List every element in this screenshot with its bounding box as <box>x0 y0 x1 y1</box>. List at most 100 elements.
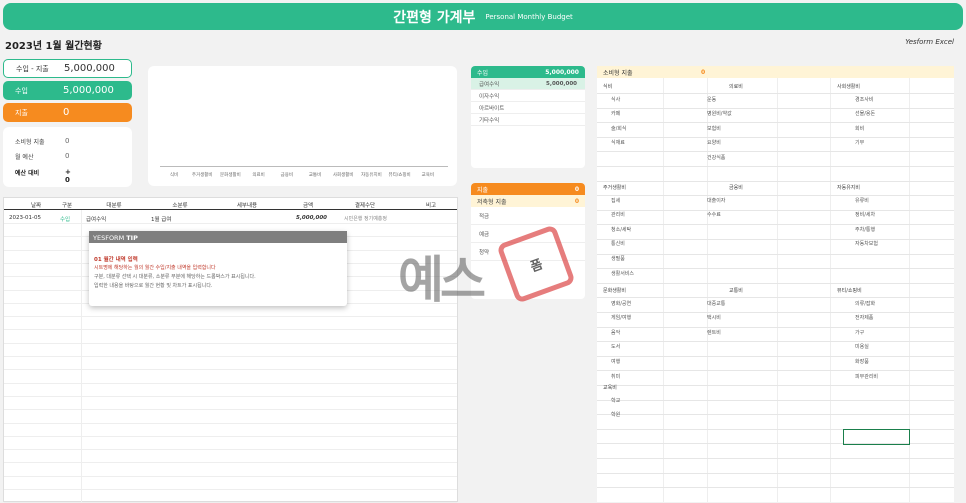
table-row[interactable]: 2023-01-05 수입 급여수익 1월 급여 5,000,000 시민은행 … <box>4 211 457 224</box>
category-item[interactable]: 선물/용돈 <box>855 110 875 117</box>
category-item[interactable]: 보험비 <box>707 125 721 132</box>
category-item[interactable]: 의류/잡화 <box>855 300 875 307</box>
panel-label: 소비형 지출 <box>603 69 633 77</box>
category-item[interactable]: 기부 <box>855 139 864 146</box>
category-item[interactable]: 주차/통행 <box>855 226 875 233</box>
category-item[interactable]: 식사 <box>611 96 620 103</box>
category-item[interactable]: 병원비/약값 <box>707 110 732 117</box>
table-row[interactable] <box>4 317 457 331</box>
category-item[interactable]: 정비/세차 <box>855 211 875 218</box>
category-item[interactable]: 생활서비스 <box>611 270 634 277</box>
section-title: 뷰티/쇼핑비 <box>837 288 862 294</box>
expense-row[interactable]: 적금 <box>471 207 585 225</box>
category-item[interactable]: 카페 <box>611 110 620 117</box>
tip-header: YESFORM TIP <box>89 231 347 243</box>
category-item[interactable]: 운동 <box>707 96 716 103</box>
row-label: 기타수익 <box>479 117 500 124</box>
col-header: 금액 <box>302 203 314 209</box>
selected-cell[interactable] <box>843 429 910 445</box>
saving-subheader: 저축형 지출 0 <box>471 195 585 207</box>
income-row[interactable]: 기타수익 <box>471 114 585 126</box>
category-item[interactable]: 식재료 <box>611 139 625 146</box>
chart-x-tick-label: 의료비 <box>252 173 265 178</box>
col-header: 결제수단 <box>354 203 376 209</box>
category-item[interactable]: 택시비 <box>707 314 721 321</box>
category-item[interactable]: 건강식품 <box>707 154 725 161</box>
panel-label: 저축형 지출 <box>477 198 507 206</box>
category-item[interactable]: 취미 <box>611 373 620 380</box>
category-item[interactable]: 자동차보험 <box>855 240 878 247</box>
category-item[interactable]: 술/회식 <box>611 125 627 132</box>
table-row[interactable] <box>4 490 457 503</box>
chart-x-tick-label: 교통비 <box>308 173 322 178</box>
category-item[interactable]: 음악 <box>611 329 620 336</box>
table-row[interactable] <box>4 371 457 384</box>
category-item[interactable]: 여행 <box>611 358 620 365</box>
category-item[interactable]: 도서 <box>611 343 620 350</box>
category-item[interactable]: 학교 <box>611 397 620 404</box>
category-item[interactable]: 회비 <box>855 125 864 132</box>
row-label: 아르바이트 <box>479 105 505 112</box>
card-value: 0 <box>63 107 70 118</box>
category-item[interactable]: 청소/세탁 <box>611 226 631 233</box>
stat-value: + 0 <box>65 168 71 184</box>
category-item[interactable]: 가구 <box>855 329 864 336</box>
category-item[interactable]: 집세 <box>611 197 620 204</box>
category-item[interactable]: 대출이자 <box>707 197 725 204</box>
category-item[interactable]: 수수료 <box>707 211 721 218</box>
income-panel: 수입 5,000,000 급여수익 5,000,000 이자수익 아르바이트 기타… <box>471 66 585 168</box>
table-row[interactable] <box>4 384 457 397</box>
chart-x-tick-label: 교육비 <box>421 173 435 178</box>
category-item[interactable]: 생필품 <box>611 255 625 262</box>
table-row[interactable] <box>4 437 457 451</box>
table-row[interactable] <box>4 331 457 344</box>
table-row[interactable] <box>4 344 457 357</box>
income-row[interactable]: 아르바이트 <box>471 102 585 114</box>
cell-minor[interactable]: 1월 급여 <box>151 215 171 223</box>
category-item[interactable]: 피부관리비 <box>855 373 878 380</box>
panel-value: 0 <box>574 197 579 205</box>
table-row[interactable] <box>4 424 457 437</box>
income-panel-header: 수입 5,000,000 <box>471 66 585 78</box>
table-row[interactable] <box>4 464 457 477</box>
card-income-minus-expense[interactable]: 수입 - 지출 5,000,000 <box>3 59 132 78</box>
row-label: 급여수익 <box>479 81 500 88</box>
stat-label: 소비형 지출 <box>15 139 45 146</box>
category-item[interactable]: 영화/공연 <box>611 300 631 307</box>
col-header: 구분 <box>61 203 73 209</box>
table-row[interactable] <box>4 477 457 490</box>
table-row[interactable] <box>4 411 457 424</box>
cell-pay[interactable]: 시민은행 정기예총정 <box>344 215 387 222</box>
category-item[interactable]: 화장품 <box>855 358 869 365</box>
category-item[interactable]: 전자제품 <box>855 314 873 321</box>
card-expense[interactable]: 지출 0 <box>3 103 132 122</box>
row-label: 이자수익 <box>479 93 500 100</box>
stat-value: 0 <box>65 137 70 145</box>
income-row[interactable]: 급여수익 5,000,000 <box>471 78 585 90</box>
table-row[interactable] <box>4 357 457 371</box>
stat-vs-budget: 예산 대비 + 0 <box>15 168 71 184</box>
table-row[interactable] <box>4 397 457 411</box>
category-item[interactable]: 게임/여행 <box>611 314 631 321</box>
cell-major[interactable]: 급여수익 <box>86 215 106 223</box>
panel-value: 0 <box>574 185 579 193</box>
table-row[interactable] <box>4 450 457 464</box>
category-item[interactable]: 학원 <box>611 411 620 418</box>
category-item[interactable]: 통신비 <box>611 240 625 247</box>
category-item[interactable]: 유류비 <box>855 197 869 204</box>
card-income[interactable]: 수입 5,000,000 <box>3 81 132 100</box>
category-item[interactable]: 대중교통 <box>707 300 725 307</box>
brand-label: Yesform Excel <box>905 38 954 46</box>
table-row[interactable] <box>4 304 457 318</box>
income-row[interactable]: 이자수익 <box>471 90 585 102</box>
chart-x-tick-label: 금융비 <box>280 173 294 178</box>
category-item[interactable]: 렌트비 <box>707 329 721 336</box>
category-item[interactable]: 미용실 <box>855 343 869 350</box>
category-item[interactable]: 요양비 <box>707 139 721 146</box>
cell-date[interactable]: 2023-01-05 <box>9 215 41 221</box>
category-item[interactable]: 경조사비 <box>855 96 873 103</box>
cell-type[interactable]: 수입 <box>60 215 70 223</box>
tip-label: TIP <box>126 234 138 242</box>
cell-amount[interactable]: 5,000,000 <box>296 215 327 221</box>
category-item[interactable]: 관리비 <box>611 211 625 218</box>
